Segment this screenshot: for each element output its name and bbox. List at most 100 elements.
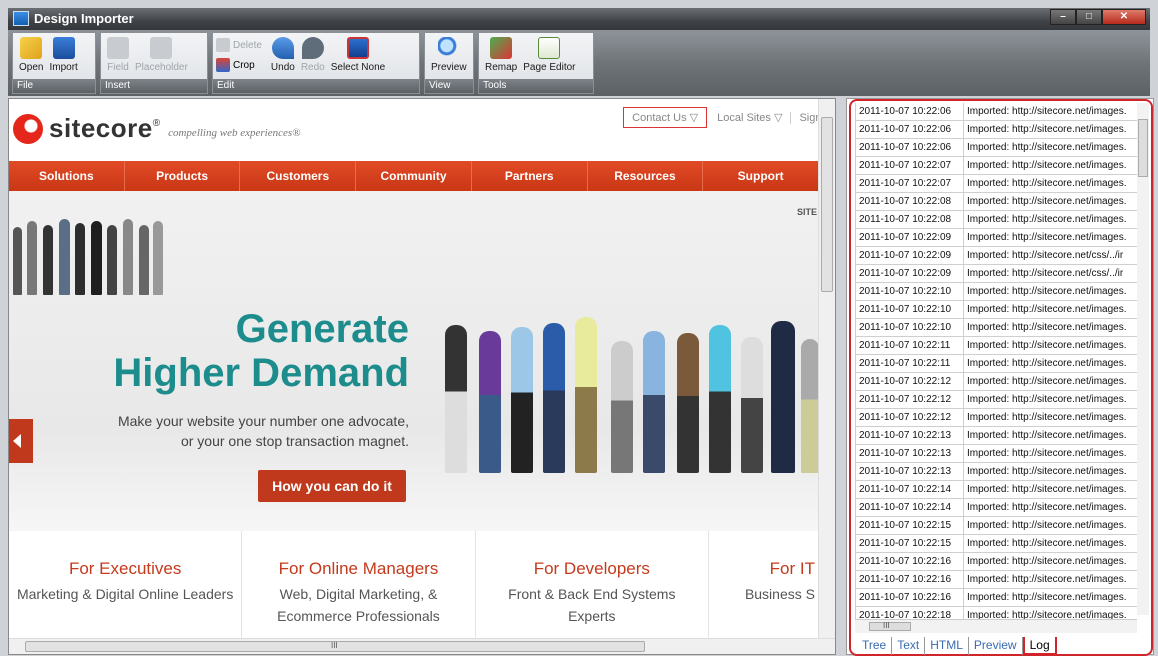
log-message: Imported: http://sitecore.net/css/../ir xyxy=(967,268,1124,279)
table-row[interactable]: 2011-10-07 10:22:14 Imported: http://site… xyxy=(855,481,1137,499)
crop-button[interactable]: Crop xyxy=(216,55,262,75)
log-vertical-scrollbar[interactable] xyxy=(1137,103,1149,615)
column-online-managers[interactable]: For Online Managers Web, Digital Marketin… xyxy=(242,531,476,639)
table-row[interactable]: 2011-10-07 10:22:14 Imported: http://site… xyxy=(855,499,1137,517)
table-row[interactable]: 2011-10-07 10:22:16 Imported: http://site… xyxy=(855,553,1137,571)
remap-icon xyxy=(490,37,513,59)
select-none-button[interactable]: Select None xyxy=(328,35,388,79)
app-icon xyxy=(13,11,29,26)
open-button[interactable]: Open xyxy=(16,35,46,79)
ribbon-group-view: Preview View xyxy=(424,32,474,94)
table-row[interactable]: 2011-10-07 10:22:13 Imported: http://site… xyxy=(855,427,1137,445)
maximize-button[interactable]: □ xyxy=(1076,9,1102,25)
log-hscroll-grip: III xyxy=(883,621,890,630)
table-row[interactable]: 2011-10-07 10:22:15 Imported: http://site… xyxy=(855,517,1137,535)
log-timestamp: 2011-10-07 10:22:09 xyxy=(855,247,964,264)
column-executives[interactable]: For Executives Marketing & Digital Online… xyxy=(9,531,243,639)
placeholder-button[interactable]: Placeholder xyxy=(132,35,191,79)
preview-horizontal-scrollbar[interactable]: III xyxy=(9,638,835,654)
table-row[interactable]: 2011-10-07 10:22:09 Imported: http://site… xyxy=(855,229,1137,247)
nav-products[interactable]: Products xyxy=(125,161,241,191)
tab-tree[interactable]: Tree xyxy=(857,637,893,655)
tab-text[interactable]: Text xyxy=(892,637,926,655)
sitecore-logo[interactable]: sitecore ® compelling web experiences® xyxy=(13,113,300,144)
page-editor-button[interactable]: Page Editor xyxy=(520,35,578,79)
carousel-prev-arrow[interactable] xyxy=(9,419,33,463)
log-message: Imported: http://sitecore.net/images. xyxy=(967,376,1127,387)
table-row[interactable]: 2011-10-07 10:22:08 Imported: http://site… xyxy=(855,193,1137,211)
log-message: Imported: http://sitecore.net/images. xyxy=(967,502,1127,513)
table-row[interactable]: 2011-10-07 10:22:06 Imported: http://site… xyxy=(855,121,1137,139)
hscroll-grip: III xyxy=(331,641,338,650)
preview-vertical-scrollbar[interactable] xyxy=(818,99,835,639)
table-row[interactable]: 2011-10-07 10:22:08 Imported: http://site… xyxy=(855,211,1137,229)
tab-log[interactable]: Log xyxy=(1022,637,1057,655)
log-table[interactable]: 2011-10-07 10:22:06 Imported: http://site… xyxy=(855,103,1137,625)
table-row[interactable]: 2011-10-07 10:22:13 Imported: http://site… xyxy=(855,445,1137,463)
group-label-insert: Insert xyxy=(101,79,207,93)
column-it[interactable]: For IT Business S xyxy=(709,531,819,639)
field-button[interactable]: Field xyxy=(104,35,132,79)
local-sites-link[interactable]: Local Sites ▽ xyxy=(717,111,782,124)
nav-solutions[interactable]: Solutions xyxy=(9,161,125,191)
ribbon-group-tools: Remap Page Editor Tools xyxy=(478,32,594,94)
contact-us-link[interactable]: Contact Us ▽ xyxy=(623,107,708,128)
log-hscroll-thumb[interactable] xyxy=(869,622,911,631)
table-row[interactable]: 2011-10-07 10:22:10 Imported: http://site… xyxy=(855,319,1137,337)
nav-support[interactable]: Support xyxy=(703,161,819,191)
design-preview-pane[interactable]: Contact Us ▽ Local Sites ▽ Sigr sitecore… xyxy=(8,98,836,655)
group-label-edit: Edit xyxy=(213,79,419,93)
table-row[interactable]: 2011-10-07 10:22:11 Imported: http://site… xyxy=(855,355,1137,373)
log-vscroll-thumb[interactable] xyxy=(1138,119,1148,177)
preview-vscroll-thumb[interactable] xyxy=(821,117,833,292)
table-row[interactable]: 2011-10-07 10:22:10 Imported: http://site… xyxy=(855,283,1137,301)
table-row[interactable]: 2011-10-07 10:22:11 Imported: http://site… xyxy=(855,337,1137,355)
redo-button[interactable]: Redo xyxy=(298,35,328,79)
table-row[interactable]: 2011-10-07 10:22:09 Imported: http://site… xyxy=(855,265,1137,283)
table-row[interactable]: 2011-10-07 10:22:15 Imported: http://site… xyxy=(855,535,1137,553)
remap-button[interactable]: Remap xyxy=(482,35,520,79)
tab-html[interactable]: HTML xyxy=(925,637,969,655)
undo-button[interactable]: Undo xyxy=(268,35,298,79)
log-timestamp: 2011-10-07 10:22:07 xyxy=(855,157,964,174)
top-nav: Contact Us ▽ Local Sites ▽ Sigr xyxy=(623,107,819,128)
delete-button[interactable]: Delete xyxy=(216,35,262,55)
log-message: Imported: http://sitecore.net/images. xyxy=(967,592,1127,603)
table-row[interactable]: 2011-10-07 10:22:12 Imported: http://site… xyxy=(855,391,1137,409)
main-nav: Solutions Products Customers Community P… xyxy=(9,161,819,191)
how-you-can-do-it-button[interactable]: How you can do it xyxy=(258,470,406,502)
tab-preview[interactable]: Preview xyxy=(969,637,1023,655)
nav-partners[interactable]: Partners xyxy=(472,161,588,191)
sign-in-link[interactable]: Sigr xyxy=(790,111,819,124)
table-row[interactable]: 2011-10-07 10:22:12 Imported: http://site… xyxy=(855,373,1137,391)
table-row[interactable]: 2011-10-07 10:22:16 Imported: http://site… xyxy=(855,589,1137,607)
panel-tabs: Tree Text HTML Preview Log xyxy=(857,637,1057,655)
table-row[interactable]: 2011-10-07 10:22:06 Imported: http://site… xyxy=(855,103,1137,121)
nav-customers[interactable]: Customers xyxy=(240,161,357,191)
preview-button[interactable]: Preview xyxy=(428,35,470,79)
nav-resources[interactable]: Resources xyxy=(588,161,704,191)
log-message: Imported: http://sitecore.net/images. xyxy=(967,448,1127,459)
log-timestamp: 2011-10-07 10:22:10 xyxy=(855,283,964,300)
table-row[interactable]: 2011-10-07 10:22:07 Imported: http://site… xyxy=(855,175,1137,193)
table-row[interactable]: 2011-10-07 10:22:07 Imported: http://site… xyxy=(855,157,1137,175)
close-button[interactable]: ✕ xyxy=(1102,9,1146,25)
table-row[interactable]: 2011-10-07 10:22:13 Imported: http://site… xyxy=(855,463,1137,481)
column-developers[interactable]: For Developers Front & Back End Systems Ex… xyxy=(476,531,709,639)
nav-community[interactable]: Community xyxy=(356,161,472,191)
log-timestamp: 2011-10-07 10:22:13 xyxy=(855,445,964,462)
table-row[interactable]: 2011-10-07 10:22:06 Imported: http://site… xyxy=(855,139,1137,157)
log-timestamp: 2011-10-07 10:22:06 xyxy=(855,139,964,156)
table-row[interactable]: 2011-10-07 10:22:16 Imported: http://site… xyxy=(855,571,1137,589)
log-horizontal-scrollbar[interactable]: III xyxy=(855,619,1137,633)
import-button[interactable]: Import xyxy=(46,35,80,79)
table-row[interactable]: 2011-10-07 10:22:10 Imported: http://site… xyxy=(855,301,1137,319)
table-row[interactable]: 2011-10-07 10:22:09 Imported: http://site… xyxy=(855,247,1137,265)
page-editor-icon xyxy=(538,37,561,59)
hero-headline-1: Generate xyxy=(235,307,409,351)
save-disk-icon xyxy=(52,37,75,59)
log-message: Imported: http://sitecore.net/images. xyxy=(967,196,1127,207)
ribbon-toolbar: Open Import File Field Placeholder Inser… xyxy=(8,30,1150,96)
table-row[interactable]: 2011-10-07 10:22:12 Imported: http://site… xyxy=(855,409,1137,427)
minimize-button[interactable]: – xyxy=(1050,9,1076,25)
